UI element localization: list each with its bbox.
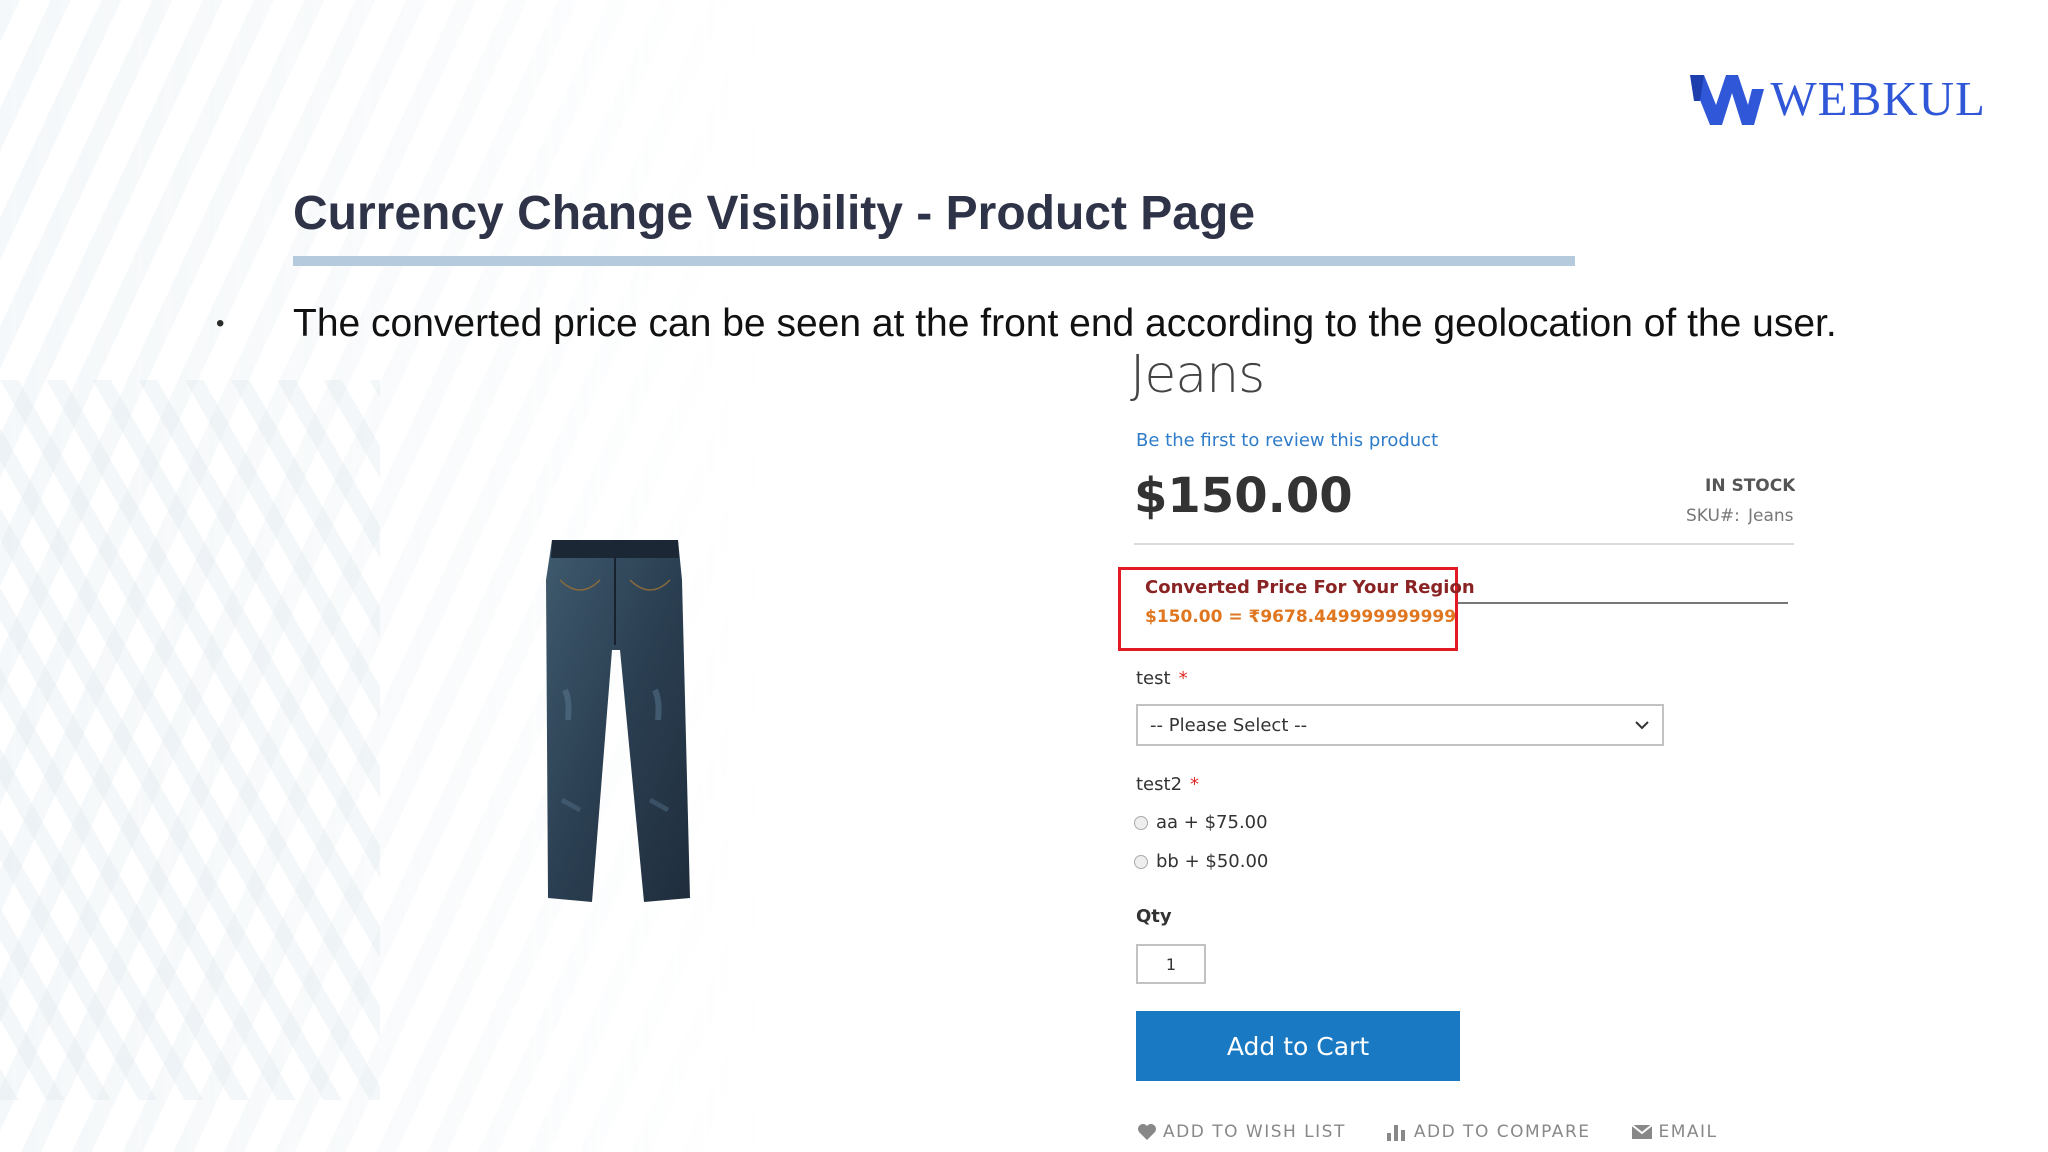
chevron-down-icon: [1635, 721, 1649, 730]
qty-label: Qty: [1136, 906, 1172, 927]
option-test-select[interactable]: -- Please Select --: [1136, 704, 1664, 746]
webkul-logo: WEBKUL: [1688, 70, 1986, 127]
radio-button[interactable]: [1134, 815, 1148, 830]
required-marker: *: [1178, 668, 1188, 689]
heart-icon: [1138, 1124, 1156, 1140]
converted-price-divider: [1458, 602, 1788, 604]
logo-text: WEBKUL: [1770, 71, 1986, 126]
bullet-icon: •: [216, 310, 225, 337]
add-to-compare-link[interactable]: ADD TO COMPARE: [1386, 1122, 1591, 1142]
option-test-label: test *: [1136, 668, 1188, 689]
compare-icon: [1386, 1125, 1405, 1141]
email-link[interactable]: EMAIL: [1630, 1122, 1718, 1142]
wishlist-label: ADD TO WISH LIST: [1163, 1122, 1346, 1142]
product-actions: ADD TO WISH LIST ADD TO COMPARE EMAIL: [1137, 1122, 1718, 1142]
envelope-icon: [1630, 1124, 1653, 1139]
add-to-wishlist-link[interactable]: ADD TO WISH LIST: [1137, 1122, 1346, 1142]
review-link[interactable]: Be the first to review this product: [1136, 430, 1438, 451]
radio-label: aa + $75.00: [1156, 812, 1268, 833]
price-divider: [1134, 543, 1794, 545]
converted-price-label: Converted Price For Your Region: [1145, 577, 1475, 598]
background-pattern-lower: [0, 380, 380, 1100]
title-underline: [293, 256, 1575, 266]
compare-label: ADD TO COMPARE: [1413, 1122, 1591, 1142]
radio-label: bb + $50.00: [1156, 851, 1269, 872]
jeans-product-image: [546, 540, 690, 902]
product-name: Jeans: [1130, 345, 1265, 405]
product-price: $150.00: [1134, 468, 1353, 524]
stock-status: IN STOCK: [1705, 476, 1795, 496]
option-test-select-value: -- Please Select --: [1150, 714, 1308, 736]
radio-button[interactable]: [1134, 854, 1148, 869]
sku-value: Jeans: [1748, 506, 1794, 526]
email-label: EMAIL: [1658, 1122, 1718, 1142]
slide-title: Currency Change Visibility - Product Pag…: [293, 187, 1256, 240]
option-test2-label: test2 *: [1136, 774, 1199, 795]
sku-label: SKU#:: [1686, 506, 1740, 526]
webkul-logo-icon: [1690, 74, 1765, 125]
required-marker: *: [1190, 774, 1200, 795]
option-radio-bb[interactable]: bb + $50.00: [1134, 851, 1268, 872]
converted-price-value: $150.00 = ₹9678.449999999999: [1145, 607, 1457, 627]
option-test-label-text: test: [1136, 668, 1171, 689]
option-radio-aa[interactable]: aa + $75.00: [1134, 812, 1268, 833]
option-test2-label-text: test2: [1136, 774, 1183, 795]
add-to-cart-button[interactable]: Add to Cart: [1136, 1011, 1460, 1081]
qty-input[interactable]: 1: [1136, 944, 1206, 984]
bullet-text: The converted price can be seen at the f…: [293, 302, 1837, 345]
